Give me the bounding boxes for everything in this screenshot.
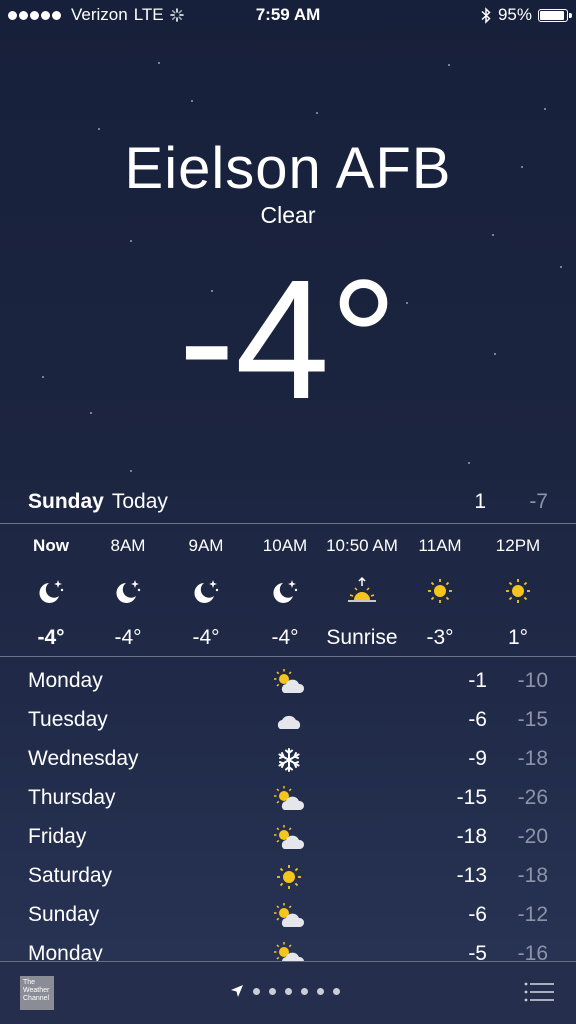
daily-low: -18 [517, 747, 548, 770]
weather-channel-logo[interactable]: The Weather Channel [20, 976, 54, 1010]
partly-cloudy-icon [272, 901, 306, 931]
today-high: 1 [474, 490, 486, 513]
sun-icon [395, 566, 485, 616]
daily-row: Monday -1 -10 [28, 663, 548, 702]
daily-low: -12 [517, 903, 548, 926]
hourly-temp: Sunrise [326, 626, 398, 649]
battery-percentage: 95% [497, 5, 532, 24]
daily-high: -13 [456, 864, 487, 887]
daily-high: -9 [468, 747, 487, 770]
daily-high: -6 [468, 903, 487, 926]
daily-day: Thursday [28, 786, 116, 809]
hourly-temp: -3° [426, 626, 454, 649]
sun-icon [473, 566, 563, 616]
daily-high: -6 [468, 708, 487, 731]
page-indicator[interactable] [230, 984, 340, 998]
daily-low: -18 [517, 864, 548, 887]
snowflake-icon [272, 745, 306, 775]
daily-low: -15 [517, 708, 548, 731]
daily-forecast[interactable]: Monday -1 -10 Tuesday -6 -15 Wednesday -… [28, 663, 548, 975]
hourly-temp: -4° [114, 626, 142, 649]
daily-day: Saturday [28, 864, 113, 887]
page-dot [253, 987, 260, 995]
daily-row: Tuesday -6 -15 [28, 702, 548, 741]
current-temperature: -4° [178, 245, 398, 435]
hourly-item: 9AM -4° [161, 524, 251, 650]
location-arrow-icon [231, 985, 243, 997]
partly-cloudy-icon [272, 784, 306, 814]
daily-low: -20 [517, 825, 548, 848]
status-right: 95% [480, 5, 572, 25]
hourly-item: 12PM 1° [473, 524, 563, 650]
hourly-forecast[interactable]: Now -4° 8AM -4° 9AM -4° 10AM -4° 10:50 A… [0, 524, 576, 656]
moon-stars-icon [83, 566, 173, 616]
daily-high: -1 [468, 669, 487, 692]
page-dot [285, 987, 292, 995]
today-low: -7 [529, 490, 548, 513]
daily-row: Thursday -15 -26 [28, 780, 548, 819]
hourly-time: 12PM [495, 536, 541, 555]
daily-row: Sunday -6 -12 [28, 897, 548, 936]
bluetooth-icon [481, 6, 491, 24]
today-summary: Sunday Today 1 -7 [28, 490, 548, 520]
sun-icon [272, 862, 306, 892]
hourly-temp: -4° [192, 626, 220, 649]
city-name: Eielson AFB [124, 136, 452, 201]
today-day: Sunday [28, 490, 104, 513]
page-dot [269, 987, 276, 995]
moon-stars-icon [161, 566, 251, 616]
page-dot [301, 987, 308, 995]
divider-bottom [0, 656, 576, 657]
hourly-item: 11AM -3° [395, 524, 485, 650]
status-bar: Verizon LTE 7:59 AM 95% [0, 0, 576, 30]
bottom-toolbar: The Weather Channel [0, 961, 576, 1024]
sunrise-icon [317, 566, 407, 616]
hourly-time: 9AM [188, 536, 224, 555]
hourly-temp: 1° [507, 626, 529, 649]
daily-row: Friday -18 -20 [28, 819, 548, 858]
today-label: Today [111, 490, 168, 513]
battery-icon [538, 8, 572, 22]
partly-cloudy-icon [272, 667, 306, 697]
daily-day: Tuesday [28, 708, 108, 731]
daily-day: Sunday [28, 903, 100, 926]
daily-low: -10 [517, 669, 548, 692]
city-list-icon[interactable] [524, 982, 554, 1002]
daily-row: Saturday -13 -18 [28, 858, 548, 897]
daily-day: Wednesday [28, 747, 139, 770]
cloud-icon [272, 706, 306, 736]
page-dot [317, 987, 324, 995]
daily-row: Wednesday -9 -18 [28, 741, 548, 780]
current-condition: Clear [260, 202, 316, 228]
hourly-item: 8AM -4° [83, 524, 173, 650]
daily-day: Monday [28, 669, 103, 692]
partly-cloudy-icon [272, 823, 306, 853]
daily-high: -15 [456, 786, 487, 809]
page-dot [333, 987, 340, 995]
hourly-time: 10:50 AM [326, 536, 398, 555]
hourly-item: 10:50 AM Sunrise [317, 524, 407, 650]
hourly-time: 8AM [110, 536, 146, 555]
daily-high: -18 [456, 825, 487, 848]
hourly-time: 11AM [418, 536, 462, 555]
daily-low: -26 [517, 786, 548, 809]
daily-day: Friday [28, 825, 87, 848]
